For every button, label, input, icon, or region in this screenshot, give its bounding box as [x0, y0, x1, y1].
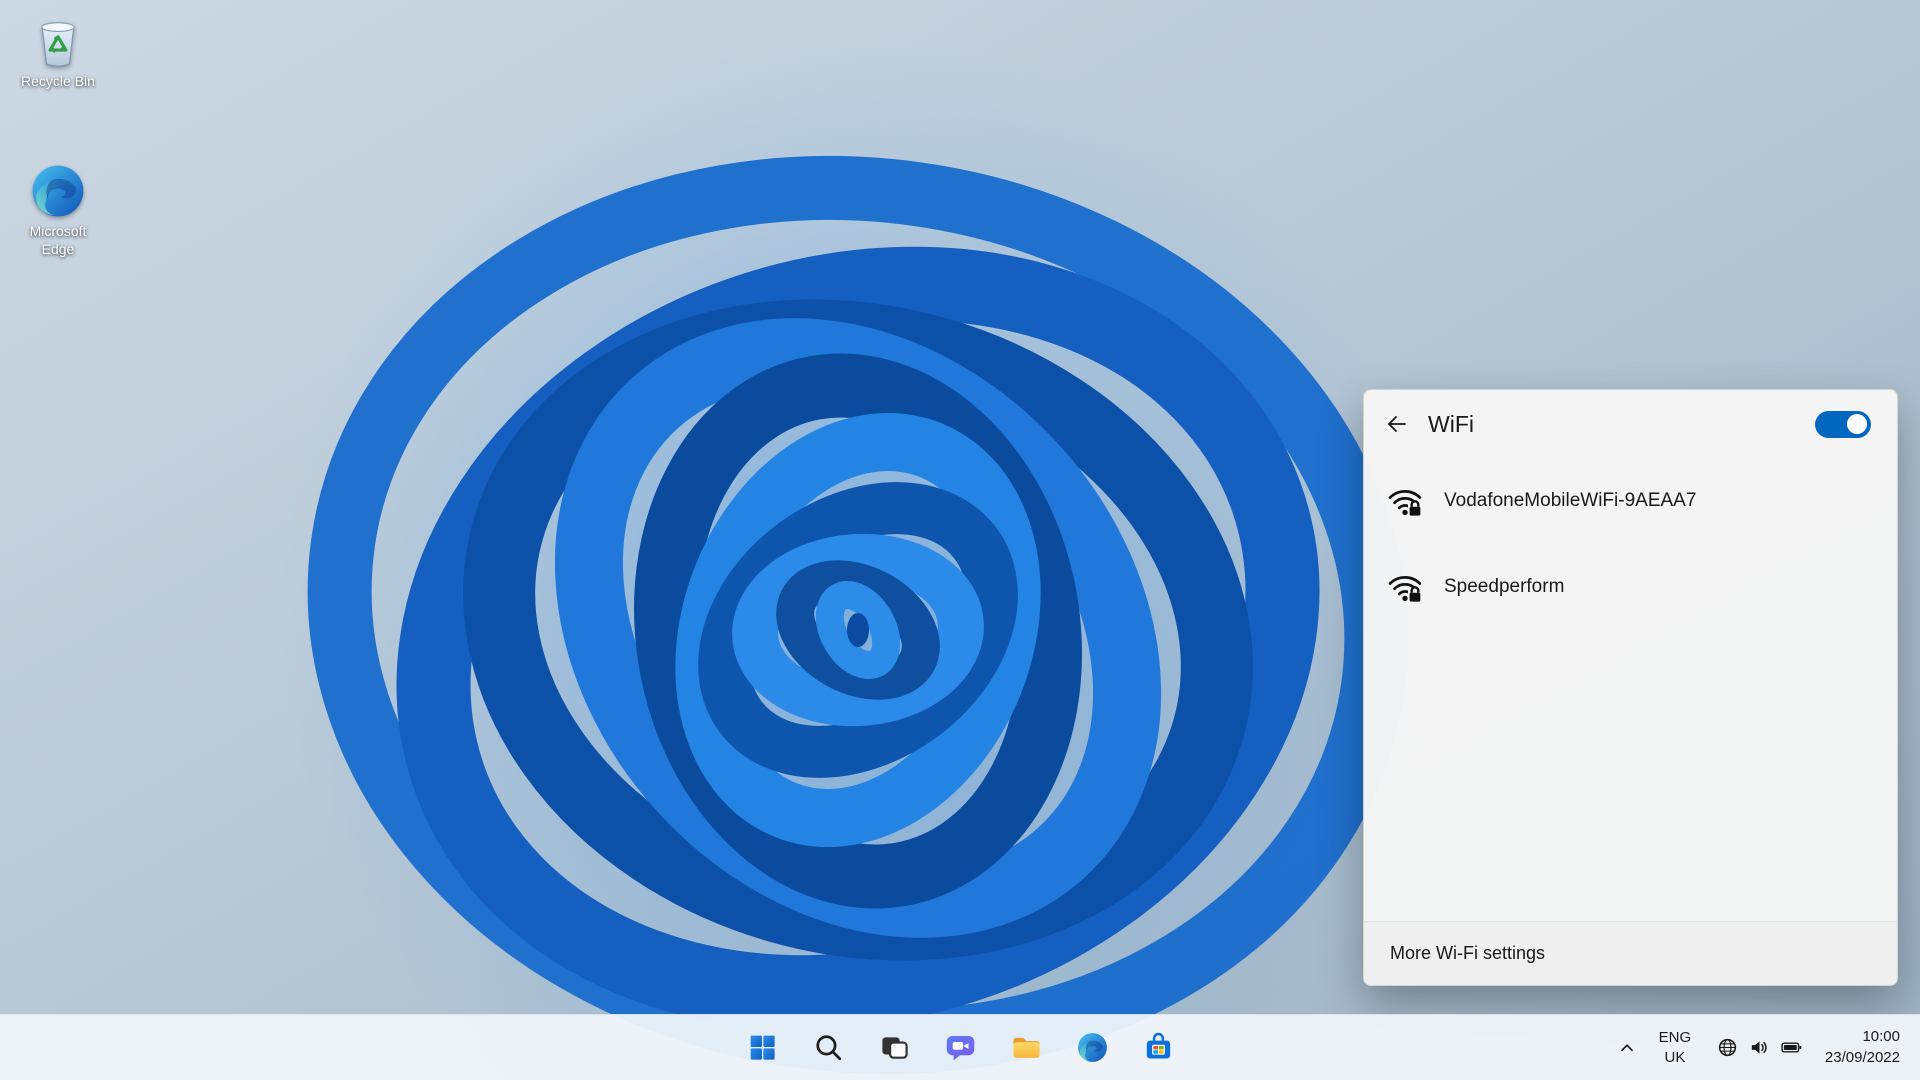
desktop: Recycle Bin Microsoft Edge WiFi Vodafone… — [0, 0, 1920, 1080]
clock[interactable]: 10:00 23/09/2022 — [1819, 1023, 1906, 1072]
back-button[interactable] — [1376, 403, 1418, 445]
battery-icon — [1781, 1042, 1802, 1053]
network-globe-icon — [1718, 1038, 1737, 1057]
chevron-up-icon — [1621, 1043, 1633, 1051]
wifi-toggle[interactable] — [1815, 410, 1871, 438]
start-icon — [750, 1035, 775, 1060]
taskbar-center-icons — [738, 1015, 1182, 1080]
wifi-secured-icon — [1388, 576, 1424, 606]
microsoft-edge-label: Microsoft Edge — [29, 223, 87, 257]
wifi-network-name: VodafoneMobileWiFi-9AEAA7 — [1444, 490, 1697, 511]
system-tray: ENG UK 10:00 23/09/2022 — [1610, 1015, 1920, 1080]
wifi-secured-icon — [1388, 490, 1424, 520]
edge-taskbar-button[interactable] — [1068, 1024, 1116, 1072]
wifi-flyout-panel: WiFi VodafoneMobileWiFi-9AEAA7 Speedperf… — [1363, 389, 1898, 986]
store-icon — [1146, 1032, 1170, 1059]
clock-time: 10:00 — [1862, 1028, 1900, 1046]
desktop-icon-recycle-bin[interactable]: Recycle Bin — [6, 12, 110, 91]
store-button[interactable] — [1134, 1024, 1182, 1072]
chat-icon — [946, 1035, 974, 1061]
quick-settings-button[interactable] — [1706, 1030, 1813, 1065]
recycle-bin-icon — [41, 22, 75, 67]
desktop-icon-microsoft-edge[interactable]: Microsoft Edge — [6, 162, 110, 258]
volume-icon — [1751, 1041, 1767, 1054]
wifi-toggle-knob — [1847, 414, 1867, 434]
task-view-icon — [881, 1037, 908, 1059]
search-icon — [815, 1035, 841, 1061]
tray-overflow-button[interactable] — [1610, 1025, 1644, 1071]
wifi-flyout-footer: More Wi-Fi settings — [1364, 921, 1897, 985]
wifi-network-name: Speedperform — [1444, 576, 1565, 597]
clock-date: 23/09/2022 — [1824, 1048, 1900, 1066]
language-line1: ENG — [1658, 1029, 1692, 1046]
search-button[interactable] — [804, 1024, 852, 1072]
wifi-flyout-header: WiFi — [1364, 390, 1897, 458]
wifi-network-row[interactable]: Speedperform — [1364, 544, 1897, 630]
taskbar: ENG UK 10:00 23/09/2022 — [0, 1014, 1920, 1080]
chat-button[interactable] — [936, 1024, 984, 1072]
wifi-panel-title: WiFi — [1428, 410, 1474, 437]
language-line2: UK — [1664, 1048, 1686, 1066]
back-arrow-icon — [1388, 416, 1406, 432]
more-wifi-settings-link[interactable]: More Wi-Fi settings — [1390, 943, 1545, 964]
file-explorer-button[interactable] — [1002, 1024, 1050, 1072]
language-indicator[interactable]: ENG UK — [1650, 1024, 1700, 1071]
edge-icon — [32, 165, 84, 217]
recycle-bin-label: Recycle Bin — [21, 73, 95, 89]
edge-icon — [1077, 1033, 1107, 1062]
wifi-network-row[interactable]: VodafoneMobileWiFi-9AEAA7 — [1364, 458, 1897, 544]
wifi-network-list: VodafoneMobileWiFi-9AEAA7 Speedperform — [1364, 458, 1897, 921]
task-view-button[interactable] — [870, 1024, 918, 1072]
start-button[interactable] — [738, 1024, 786, 1072]
file-explorer-icon — [1012, 1037, 1040, 1058]
